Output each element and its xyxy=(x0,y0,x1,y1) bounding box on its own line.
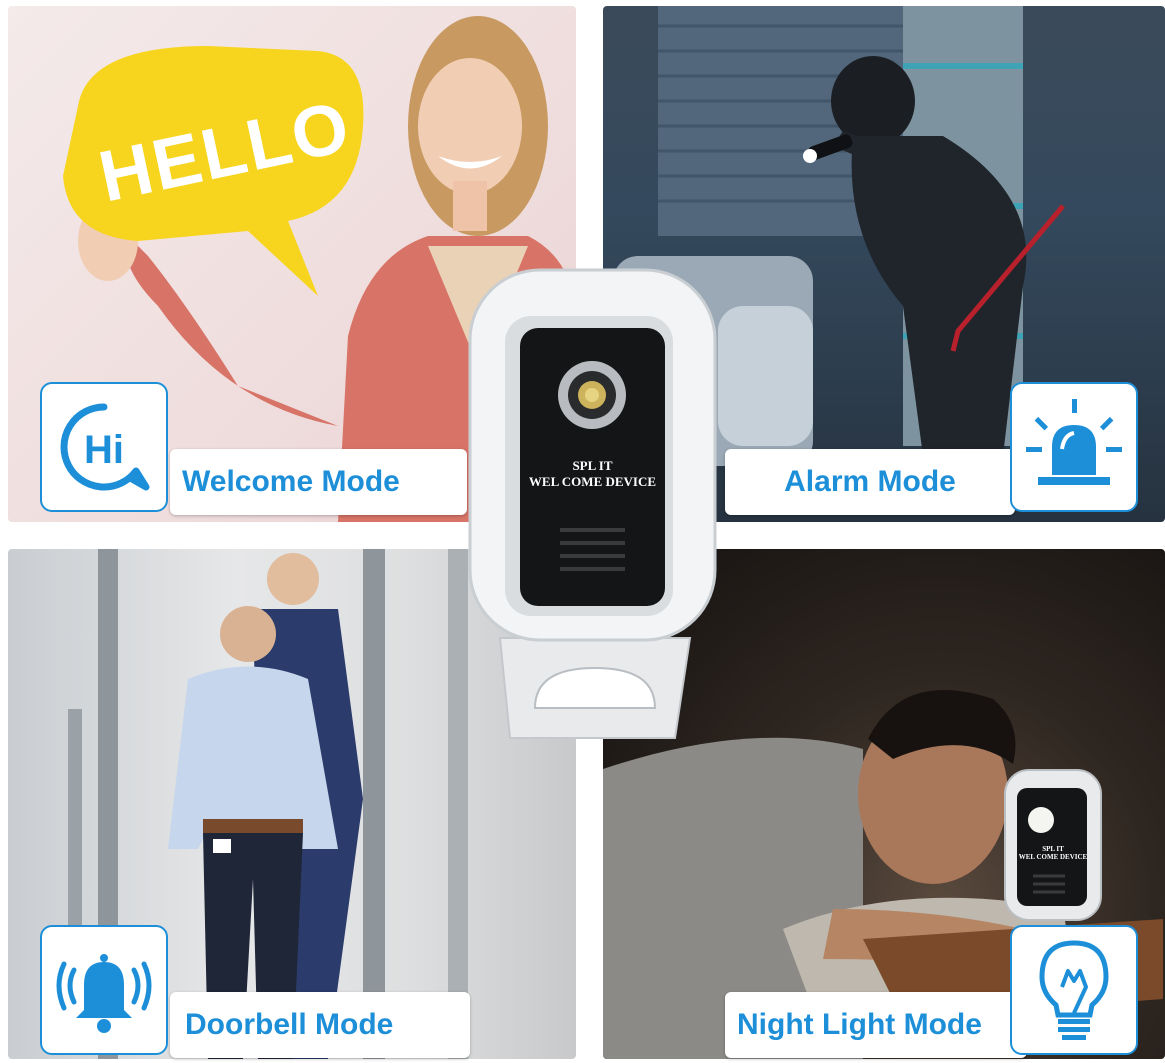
night-light-mode-label: Night Light Mode xyxy=(737,1008,982,1041)
device-text-line1: SPL IT xyxy=(572,458,613,473)
alarm-siren-icon xyxy=(1026,399,1122,485)
hi-icon-text: Hi xyxy=(84,428,124,472)
ringing-bell-icon xyxy=(56,954,152,1033)
welcome-mode-label: Welcome Mode xyxy=(182,465,400,498)
small-device-text-line1: SPL IT xyxy=(1042,845,1064,853)
doorbell-mode-label: Doorbell Mode xyxy=(185,1008,394,1041)
welcome-icon-box: Hi xyxy=(40,382,168,512)
doorbell-icon-box xyxy=(40,925,168,1055)
small-device-text-line2: WEL COME DEVICE xyxy=(1018,853,1088,861)
alarm-mode-label: Alarm Mode xyxy=(784,465,956,498)
device-text-line2: WEL COME DEVICE xyxy=(528,474,657,489)
alarm-mode-label-box: Alarm Mode xyxy=(725,449,1015,515)
motion-sensor-device: SPL IT WEL COME DEVICE xyxy=(465,268,720,743)
welcome-mode-label-box: Welcome Mode xyxy=(170,449,467,515)
small-device-brand-text: SPL IT WEL COME DEVICE xyxy=(1013,845,1093,861)
night-light-icon-box xyxy=(1010,925,1138,1055)
alarm-icon-box xyxy=(1010,382,1138,512)
light-bulb-icon xyxy=(1039,940,1109,1040)
doorbell-mode-label-box: Doorbell Mode xyxy=(170,992,470,1058)
small-motion-sensor-device: SPL IT WEL COME DEVICE xyxy=(1003,768,1103,923)
device-brand-text: SPL IT WEL COME DEVICE xyxy=(520,458,665,490)
night-light-mode-label-box: Night Light Mode xyxy=(725,992,1027,1058)
